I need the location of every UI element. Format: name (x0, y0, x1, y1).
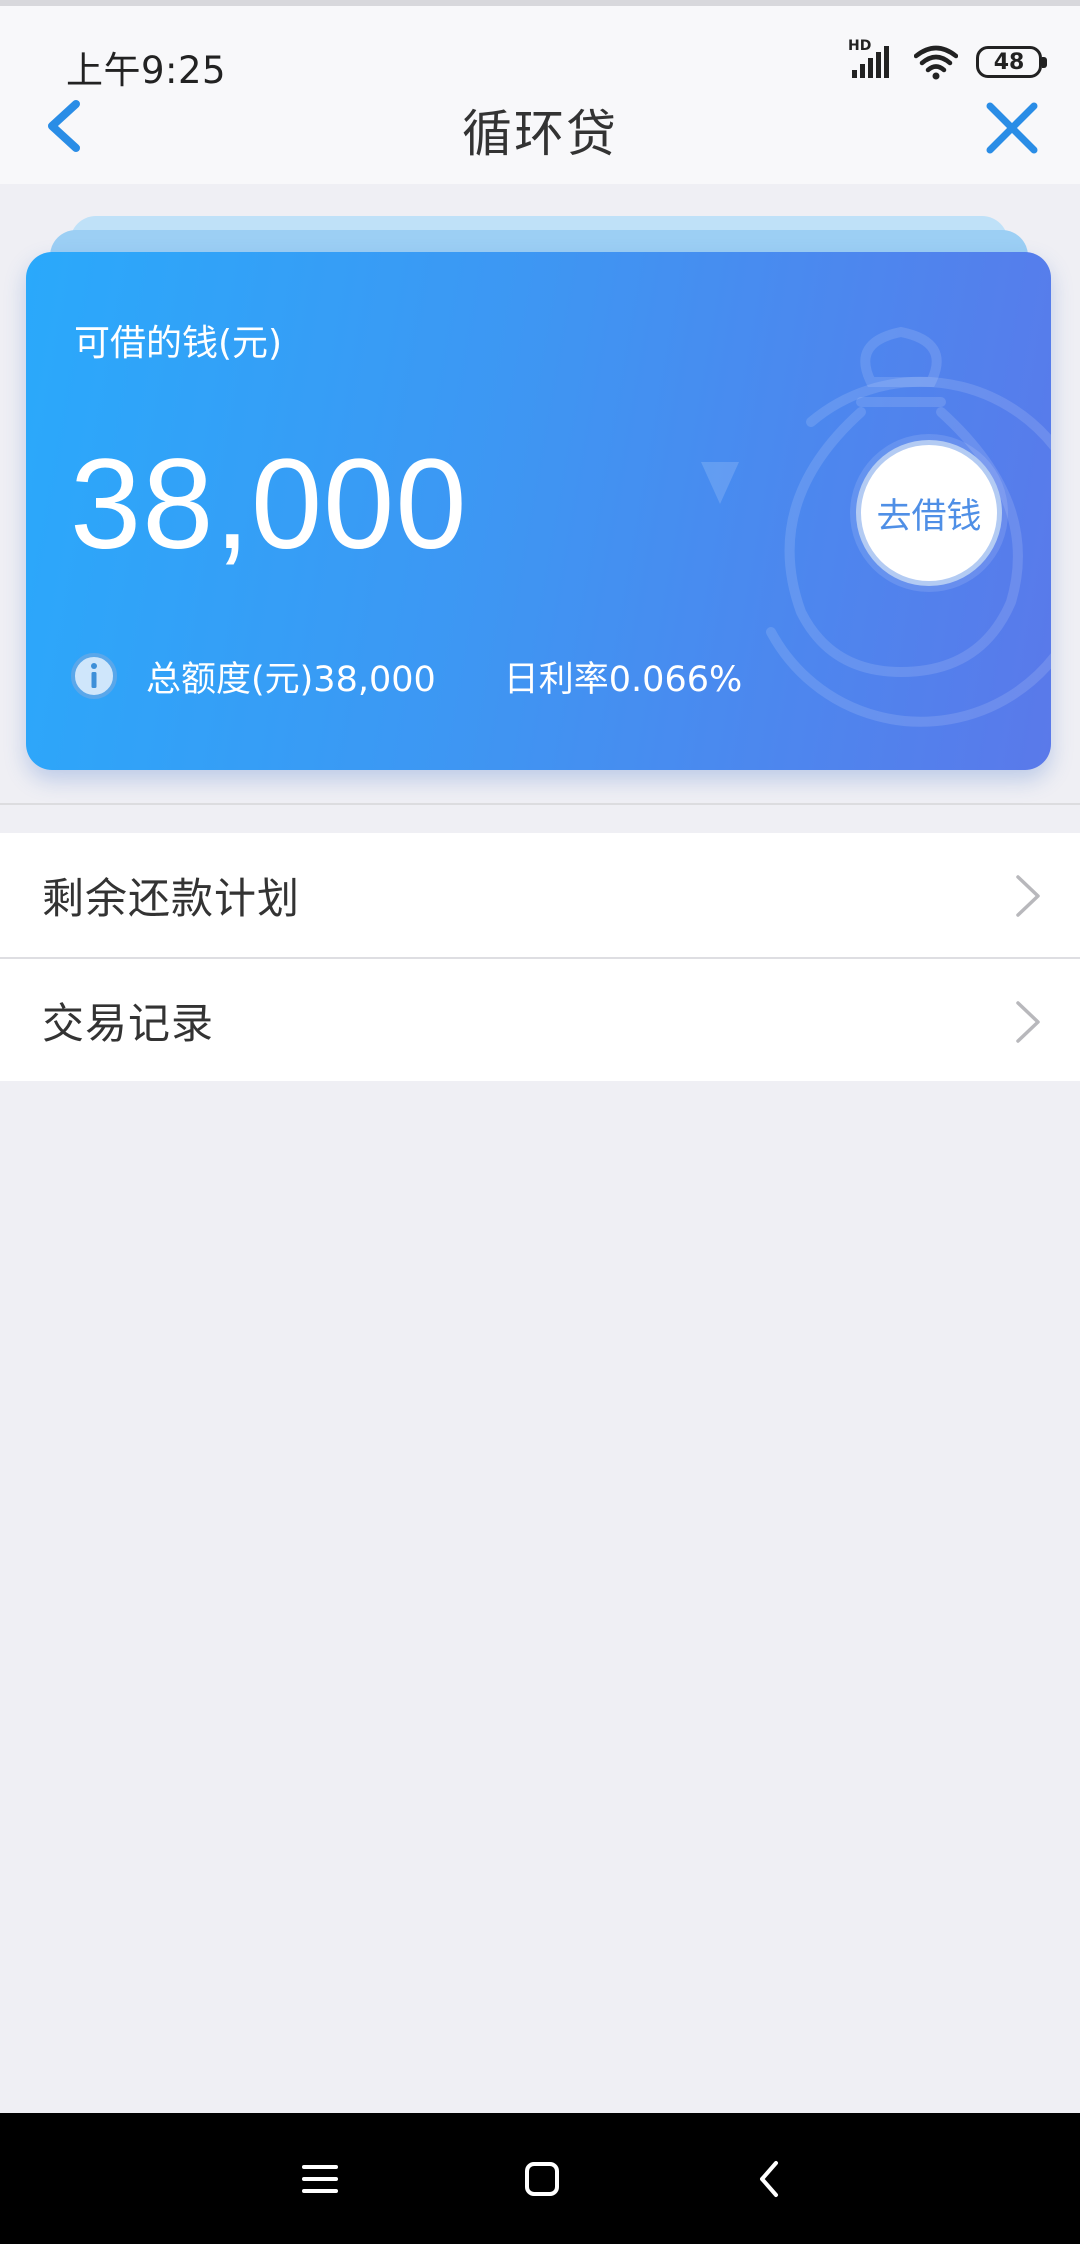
info-icon[interactable] (70, 652, 118, 700)
status-time: 上午9:25 (66, 49, 227, 92)
battery-icon: 48 (976, 46, 1047, 78)
close-icon (986, 102, 1038, 154)
system-navigation-bar (0, 2113, 1080, 2244)
total-quota: 总额度(元)38,000 (146, 659, 436, 700)
back-icon (760, 2161, 778, 2197)
signal-icon: HD (848, 38, 896, 82)
home-icon (525, 2162, 559, 2196)
system-back-button[interactable] (742, 2151, 798, 2207)
card-footer: 总额度(元)38,000 日利率0.066% (70, 648, 742, 704)
recent-apps-button[interactable] (292, 2151, 348, 2207)
divider (0, 803, 1080, 805)
home-button[interactable] (514, 2151, 570, 2207)
menu-list: 剩余还款计划 交易记录 (0, 833, 1080, 1081)
list-item-label: 剩余还款计划 (42, 873, 301, 923)
list-item-label: 交易记录 (42, 998, 215, 1048)
available-amount-label: 可借的钱(元) (74, 323, 283, 364)
page-title: 循环贷 (462, 105, 618, 163)
list-item-transaction-records[interactable]: 交易记录 (0, 957, 1080, 1081)
daily-rate: 日利率0.066% (503, 659, 743, 700)
available-amount: 38,000 (70, 433, 468, 576)
borrow-button[interactable]: 去借钱 (856, 440, 1002, 586)
status-icons: HD 48 (848, 38, 1047, 84)
chevron-right-icon (1016, 1001, 1040, 1043)
chevron-right-icon (1016, 875, 1040, 917)
wifi-icon (914, 45, 958, 80)
credit-card: 可借的钱(元) 38,000 去借钱 总额度(元)38,000 日利率0.066… (26, 252, 1051, 770)
top-bar: 上午9:25 HD 48 循环贷 (0, 0, 1080, 184)
list-item-repayment-plan[interactable]: 剩余还款计划 (0, 833, 1080, 957)
menu-icon (302, 2165, 338, 2193)
close-button[interactable] (980, 96, 1044, 160)
network-label: HD (848, 38, 872, 54)
